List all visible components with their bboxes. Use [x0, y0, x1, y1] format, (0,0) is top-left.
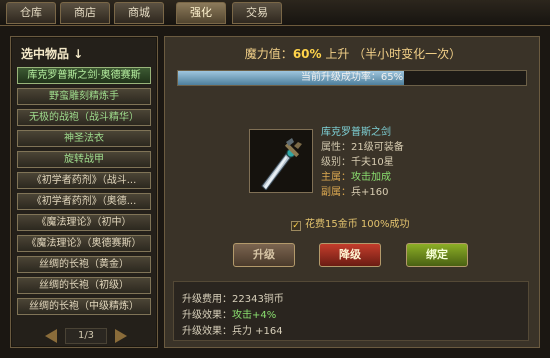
stat-row: 级别：千夫10星 — [321, 155, 471, 170]
stat-value: 攻击加成 — [351, 172, 391, 183]
item-name: 库克罗普斯之剑 — [321, 127, 391, 138]
list-item[interactable]: 无极的战袍（战斗精华） — [17, 109, 151, 126]
magic-prefix: 魔力值： — [244, 47, 293, 61]
list-item[interactable]: 《初学者药剂》（战斗... — [17, 172, 151, 189]
top-tab-bar: 仓库 商店 商城 强化 交易 — [0, 0, 550, 26]
sword-icon — [261, 138, 302, 190]
item-list-title: 选中物品 ↓ — [21, 47, 84, 61]
item-stats: 库克罗普斯之剑 属性：21级可装备 级别：千夫10星 主属：攻击加成 副属：兵+… — [321, 125, 471, 200]
list-item[interactable]: 《初学者药剂》（奥德... — [17, 193, 151, 210]
stat-row: 副属：兵+160 — [321, 185, 471, 200]
magic-suffix: 上升 （半小时变化一次） — [321, 47, 462, 61]
list-item[interactable]: 丝绸的长袍（黄金） — [17, 256, 151, 273]
info-value: 兵力 +164 — [232, 326, 283, 337]
magic-status: 魔力值：60% 上升 （半小时变化一次） — [165, 45, 541, 62]
list-item[interactable]: 《魔法理论》（奥德赛斯） — [17, 235, 151, 252]
upgrade-button[interactable]: 升级 — [233, 243, 295, 267]
info-row: 升级费用：22343铜币 — [182, 290, 284, 305]
stat-value: 千夫10星 — [351, 157, 394, 168]
list-item[interactable]: 《魔法理论》（初中） — [17, 214, 151, 231]
stat-row: 属性：21级可装备 — [321, 140, 471, 155]
page-indicator: 1/3 — [65, 328, 107, 344]
stat-value: 兵+160 — [351, 187, 389, 198]
guarantee-checkbox[interactable]: ✓ — [291, 221, 301, 231]
success-rate-text: 当前升级成功率：65% — [300, 72, 404, 83]
tab-enhance[interactable]: 强化 — [176, 2, 226, 24]
upgrade-info-box: 升级费用：22343铜币 升级效果：攻击+4% 升级效果：兵力 +164 — [173, 281, 529, 341]
stat-label: 级别： — [321, 157, 351, 168]
stat-label: 属性： — [321, 142, 351, 153]
stat-label: 主属： — [321, 172, 351, 183]
list-item[interactable]: 神圣法衣 — [17, 130, 151, 147]
info-label: 升级效果： — [182, 326, 232, 337]
magic-value: 60% — [292, 47, 322, 61]
item-list-panel: 选中物品 ↓ 库克罗普斯之剑·奥德赛斯 野蛮雕刻精炼手 无极的战袍（战斗精华） … — [10, 36, 158, 348]
next-page-icon[interactable] — [115, 329, 127, 343]
info-row: 升级效果：攻击+4% — [182, 306, 276, 321]
list-item[interactable]: 丝绸的长袍（初级） — [17, 277, 151, 294]
tab-mall[interactable]: 商城 — [114, 2, 164, 24]
info-label: 升级费用： — [182, 294, 232, 305]
list-item[interactable]: 旋转战甲 — [17, 151, 151, 168]
list-item[interactable]: 丝绸的长袍（中级精炼） — [17, 298, 151, 315]
guarantee-label: 花费15金币 100%成功 — [305, 219, 410, 230]
info-row: 升级效果：兵力 +164 — [182, 322, 283, 337]
item-slot[interactable] — [249, 129, 313, 193]
info-label: 升级效果： — [182, 310, 232, 321]
bind-button[interactable]: 绑定 — [406, 243, 468, 267]
pagination: 1/3 — [41, 328, 131, 344]
list-item[interactable]: 库克罗普斯之剑·奥德赛斯 — [17, 67, 151, 84]
downgrade-button[interactable]: 降级 — [319, 243, 381, 267]
gold-guarantee-row[interactable]: ✓ 花费15金币 100%成功 — [291, 215, 410, 231]
stat-value: 21级可装备 — [351, 142, 404, 153]
info-value: 22343铜币 — [232, 294, 284, 305]
info-value: 攻击+4% — [232, 310, 277, 321]
success-rate-bar: 当前升级成功率：65% — [177, 70, 527, 86]
stat-label: 副属： — [321, 187, 351, 198]
prev-page-icon[interactable] — [45, 329, 57, 343]
stat-row: 主属：攻击加成 — [321, 170, 471, 185]
enhance-panel: 魔力值：60% 上升 （半小时变化一次） 当前升级成功率：65% 库克罗普斯之剑… — [164, 36, 540, 348]
list-item[interactable]: 野蛮雕刻精炼手 — [17, 88, 151, 105]
tab-warehouse[interactable]: 仓库 — [6, 2, 56, 24]
tab-shop[interactable]: 商店 — [60, 2, 110, 24]
tab-trade[interactable]: 交易 — [232, 2, 282, 24]
